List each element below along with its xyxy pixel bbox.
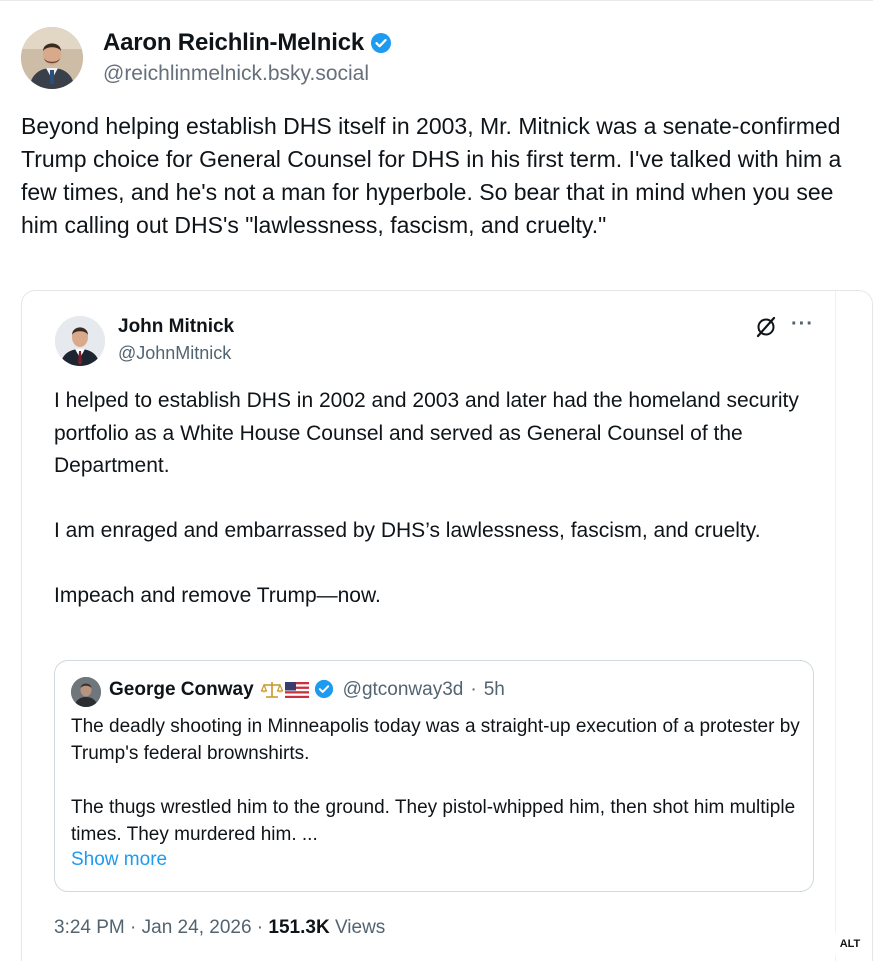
embedded-paragraph: I helped to establish DHS in 2002 and 20… — [54, 389, 799, 477]
show-more-link: Show more — [71, 849, 168, 870]
views-label: Views — [329, 917, 386, 938]
grok-icon — [755, 316, 777, 338]
quoted-author-name: George Conway — [109, 679, 254, 700]
embedded-author-avatar — [55, 316, 105, 366]
author-name[interactable]: Aaron Reichlin-Melnick — [103, 29, 364, 57]
post-text: Beyond helping establish DHS itself in 2… — [21, 113, 842, 238]
author-handle[interactable]: @reichlinmelnick.bsky.social — [103, 62, 369, 86]
scales-emoji-icon — [260, 682, 283, 698]
meta-separator: · — [470, 679, 477, 700]
post-meta: 3:24 PM · Jan 24, 2026 · 151.3K Views — [54, 917, 385, 939]
quoted-paragraph: The deadly shooting in Minneapolis today… — [71, 716, 800, 764]
quoted-paragraph: The thugs wrestled him to the ground. Th… — [71, 797, 796, 845]
verified-badge-icon — [314, 679, 336, 701]
author-name-row: Aaron Reichlin-Melnick — [103, 29, 392, 57]
quoted-post-text: The deadly shooting in Minneapolis today… — [71, 713, 806, 875]
alt-text-badge[interactable]: ALT — [832, 932, 868, 956]
quoted-author-avatar — [71, 677, 101, 707]
top-divider — [0, 0, 873, 1]
quoted-post-age: 5h — [483, 679, 505, 700]
embedded-paragraph: Impeach and remove Trump—now. — [54, 584, 381, 607]
more-options-icon: ··· — [791, 313, 814, 335]
embedded-author-name: John Mitnick — [118, 316, 235, 337]
quoted-author-emoji — [260, 681, 309, 699]
quoted-author-row: George Conway @gtconway3d · 5h — [109, 679, 505, 701]
embedded-post-text: I helped to establish DHS in 2002 and 20… — [54, 385, 824, 645]
views-count: 151.3K — [268, 917, 330, 938]
quoted-author-handle: @gtconway3d — [342, 679, 464, 700]
verified-badge-icon — [370, 32, 392, 54]
embedded-post-image[interactable]: John Mitnick @JohnMitnick ··· I helped t… — [21, 290, 873, 961]
embedded-paragraph: I am enraged and embarrassed by DHS’s la… — [54, 519, 761, 542]
embedded-post-card: John Mitnick @JohnMitnick ··· I helped t… — [22, 291, 836, 961]
embedded-author-handle: @JohnMitnick — [118, 343, 232, 363]
us-flag-emoji-icon — [284, 682, 309, 698]
author-avatar[interactable] — [21, 27, 83, 89]
quoted-post: George Conway @gtconway3d · 5h The deadl… — [54, 660, 814, 892]
post-timestamp: 3:24 PM · Jan 24, 2026 · — [54, 917, 269, 938]
